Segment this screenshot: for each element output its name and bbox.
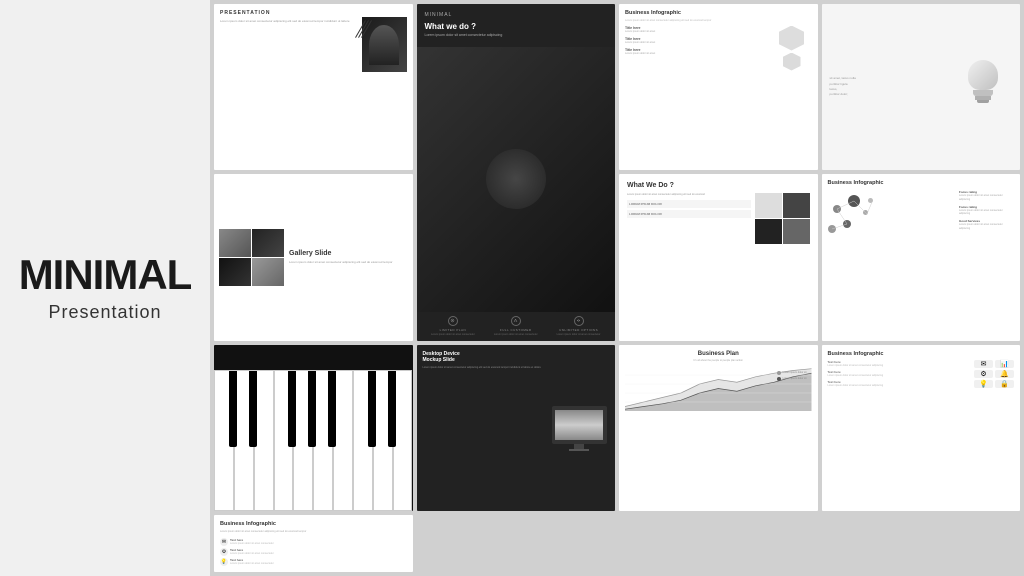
- slide-5-title: Gallery Slide: [289, 250, 408, 257]
- slide-6-title: What We Do ?: [627, 182, 810, 189]
- slide-3[interactable]: Business Infographic Lorem ipsum dolor s…: [619, 4, 818, 170]
- sub-title: Presentation: [48, 302, 161, 323]
- slide-7[interactable]: Business Infographic: [822, 174, 1021, 340]
- slide-12-desc: Lorem ipsum dolor sit amet consectetur a…: [220, 530, 407, 534]
- slide-1-label: PRESENTATION: [220, 10, 407, 16]
- slide-3-title: Business Infographic: [625, 10, 812, 16]
- slide-12-items: ✉ Text here Lorem ipsum dolor sit amet c…: [220, 538, 407, 566]
- left-panel: MINIMAL Presentation: [0, 0, 210, 576]
- slide-1[interactable]: PRESENTATION Lorem ipsum dolor sit amet …: [214, 4, 413, 170]
- monitor-icon: [552, 406, 607, 444]
- slide-10-legend: Lorem ipsum dolor sit Lorem ipsum dolor …: [777, 371, 807, 381]
- slide-10-sub: It's all about the people to people plan…: [625, 359, 812, 362]
- slide-9-title: Desktop DeviceMockup Slide: [423, 351, 545, 364]
- slides-grid: PRESENTATION Lorem ipsum dolor sit amet …: [210, 0, 1024, 576]
- slide-8[interactable]: [214, 345, 413, 511]
- slide-10-title: Business Plan: [625, 351, 812, 357]
- slide-11-title: Business Infographic: [828, 351, 1015, 357]
- slide-7-title: Business Infographic: [828, 180, 1015, 186]
- slide-2-icons: LIMITED PLAN Lorem ipsum dolor sit amet …: [425, 316, 608, 336]
- slide-4[interactable]: sit amet, lacus nulla porttitor ligula l…: [822, 4, 1021, 170]
- slide-11-icons: ✉ 📊 ⚙ 🔔 💡 🔒: [974, 360, 1014, 388]
- slide-6[interactable]: What We Do ? Lorem ipsum dolor sit amet …: [619, 174, 818, 340]
- slide-7-dots: [828, 190, 956, 240]
- slide-10[interactable]: Business Plan It's all about the people …: [619, 345, 818, 511]
- slide-12-title: Business Infographic: [220, 521, 407, 527]
- piano-keys: [214, 345, 413, 511]
- slide-5-grid: [219, 229, 284, 286]
- slide-2-title: What we do ?: [425, 22, 608, 31]
- slide-12[interactable]: Business Infographic Lorem ipsum dolor s…: [214, 515, 413, 572]
- slide-1-body: Lorem ipsum dolor sit amet consectetur a…: [220, 19, 407, 164]
- slide-9-desc: Lorem ipsum dolor sit amet consectetur a…: [423, 366, 545, 370]
- main-title: MINIMAL: [19, 254, 192, 296]
- slide-9[interactable]: Desktop DeviceMockup Slide Lorem ipsum d…: [417, 345, 616, 511]
- lightbulb-icon: [960, 60, 1005, 115]
- slide-10-chart: Lorem ipsum dolor sit Lorem ipsum dolor …: [625, 366, 812, 411]
- slide-11[interactable]: Business Infographic Text here Lorem ips…: [822, 345, 1021, 511]
- slide-2-sub: Lorem ipsum dolor sit amet consectetur a…: [425, 33, 608, 37]
- slide-2[interactable]: MINIMAL What we do ? Lorem ipsum dolor s…: [417, 4, 616, 341]
- slide-5-desc: Lorem ipsum dolor sit amet consectetur a…: [289, 260, 408, 265]
- slide-5[interactable]: Gallery Slide Lorem ipsum dolor sit amet…: [214, 174, 413, 340]
